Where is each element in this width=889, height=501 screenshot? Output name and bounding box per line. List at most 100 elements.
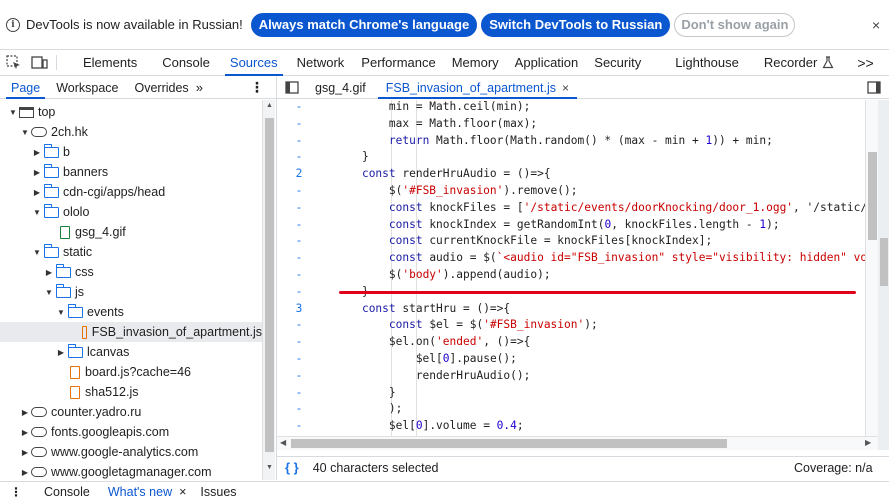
tree-item-fonts-googleapis[interactable]: ▶ fonts.googleapis.com xyxy=(0,422,262,442)
tree-item-gsg-gif[interactable]: gsg_4.gif xyxy=(0,222,262,242)
tree-item-fsb-js[interactable]: FSB_invasion_of_apartment.js xyxy=(0,322,262,342)
switch-to-russian-button[interactable]: Switch DevTools to Russian xyxy=(481,12,671,37)
scroll-down-arrow-icon[interactable]: ▼ xyxy=(266,464,273,471)
collapse-arrow-icon[interactable]: ▶ xyxy=(44,268,54,277)
drawer-tab-console[interactable]: Console xyxy=(44,485,90,499)
editor-horizontal-scrollbar[interactable]: ◀ ▶ xyxy=(277,436,878,450)
expand-arrow-icon[interactable]: ▼ xyxy=(8,108,18,117)
editor-scrollbar-thumb[interactable] xyxy=(868,152,877,240)
tree-item-cdn[interactable]: ▶ cdn-cgi/apps/head xyxy=(0,182,262,202)
line-marker[interactable]: - xyxy=(277,250,321,267)
tree-item-events[interactable]: ▼ events xyxy=(0,302,262,322)
line-marker[interactable]: - xyxy=(277,217,321,234)
tab-recorder[interactable]: Recorder xyxy=(764,50,817,75)
expand-arrow-icon[interactable]: ▼ xyxy=(56,308,66,317)
code-line[interactable]: - renderHruAudio(); xyxy=(277,368,865,385)
line-marker[interactable]: - xyxy=(277,149,321,166)
close-tab-icon[interactable]: × xyxy=(562,81,569,95)
drawer-menu-icon[interactable]: ⋮ xyxy=(10,485,22,499)
tab-lighthouse[interactable]: Lighthouse xyxy=(675,50,739,75)
tree-scrollbar-thumb[interactable] xyxy=(265,118,274,452)
line-marker[interactable]: - xyxy=(277,368,321,385)
drawer-tab-whats-new[interactable]: What's new xyxy=(108,485,172,499)
tree-item-ololo[interactable]: ▼ ololo xyxy=(0,202,262,222)
collapse-arrow-icon[interactable]: ▶ xyxy=(32,148,42,157)
code-line[interactable]: - $el[0].pause(); xyxy=(277,351,865,368)
tree-item-2ch[interactable]: ▼ 2ch.hk xyxy=(0,122,262,142)
tab-security[interactable]: Security xyxy=(594,50,641,75)
code-line[interactable]: - max = Math.floor(max); xyxy=(277,116,865,133)
line-marker[interactable]: - xyxy=(277,116,321,133)
toggle-navigator-icon[interactable] xyxy=(277,77,307,98)
scroll-right-arrow-icon[interactable]: ▶ xyxy=(865,438,871,447)
code-line[interactable]: - const audio = $(`<audio id="FSB_invasi… xyxy=(277,250,865,267)
line-marker[interactable]: - xyxy=(277,334,321,351)
right-panel-thumb[interactable] xyxy=(880,238,888,286)
code-line[interactable]: - ); xyxy=(277,401,865,418)
tree-item-sha512-js[interactable]: sha512.js xyxy=(0,382,262,402)
collapse-arrow-icon[interactable]: ▶ xyxy=(56,348,66,357)
tab-console[interactable]: Console xyxy=(162,50,210,75)
code-line[interactable]: - } xyxy=(277,149,865,166)
line-marker[interactable]: - xyxy=(277,233,321,250)
code-line[interactable]: - $el.on('ended', ()=>{ xyxy=(277,334,865,351)
tree-item-top[interactable]: ▼ top xyxy=(0,102,262,122)
code-line[interactable]: - min = Math.ceil(min); xyxy=(277,100,865,116)
code-line[interactable]: - const knockFiles = ['/static/events/do… xyxy=(277,200,865,217)
tab-elements[interactable]: Elements xyxy=(83,50,137,75)
line-marker[interactable]: - xyxy=(277,183,321,200)
editor-tab-fsb-js[interactable]: FSB_invasion_of_apartment.js × xyxy=(377,77,578,99)
collapse-arrow-icon[interactable]: ▶ xyxy=(20,428,30,437)
close-drawer-tab-icon[interactable]: × xyxy=(179,485,186,499)
tree-item-counter-yadro[interactable]: ▶ counter.yadro.ru xyxy=(0,402,262,422)
tab-application[interactable]: Application xyxy=(515,50,579,75)
line-marker[interactable]: - xyxy=(277,200,321,217)
tab-performance[interactable]: Performance xyxy=(361,50,435,75)
more-options-icon[interactable]: ⋮ xyxy=(245,77,269,98)
code-line[interactable]: - $('body').append(audio); xyxy=(277,267,865,284)
line-marker[interactable]: - xyxy=(277,284,321,301)
code-line[interactable]: - const currentKnockFile = knockFiles[kn… xyxy=(277,233,865,250)
code-line[interactable]: 2 const renderHruAudio = ()=>{ xyxy=(277,166,865,183)
line-marker[interactable]: - xyxy=(277,401,321,418)
code-line[interactable]: - return Math.floor(Math.random() * (max… xyxy=(277,133,865,150)
line-marker[interactable]: - xyxy=(277,351,321,368)
collapse-arrow-icon[interactable]: ▶ xyxy=(20,408,30,417)
more-tabs-icon[interactable]: >> xyxy=(857,50,873,75)
inspect-element-icon[interactable] xyxy=(0,50,26,75)
more-nav-tabs-icon[interactable]: » xyxy=(194,77,205,98)
tree-item-googletagmanager[interactable]: ▶ www.googletagmanager.com xyxy=(0,462,262,480)
scroll-left-arrow-icon[interactable]: ◀ xyxy=(280,438,286,447)
line-marker[interactable]: - xyxy=(277,133,321,150)
expand-arrow-icon[interactable]: ▼ xyxy=(32,208,42,217)
drawer-tab-issues[interactable]: Issues xyxy=(200,485,236,499)
expand-arrow-icon[interactable]: ▼ xyxy=(44,288,54,297)
close-infobar-icon[interactable]: × xyxy=(872,17,880,33)
code-line[interactable]: 3 const startHru = ()=>{ xyxy=(277,301,865,318)
tree-item-js[interactable]: ▼ js xyxy=(0,282,262,302)
dont-show-again-button[interactable]: Don't show again xyxy=(674,12,796,37)
always-match-language-button[interactable]: Always match Chrome's language xyxy=(250,12,478,37)
tree-item-b[interactable]: ▶ b xyxy=(0,142,262,162)
expand-arrow-icon[interactable]: ▼ xyxy=(20,128,30,137)
tab-sources[interactable]: Sources xyxy=(224,50,283,76)
collapse-arrow-icon[interactable]: ▶ xyxy=(32,188,42,197)
code-line[interactable]: - $('#FSB_invasion').remove(); xyxy=(277,183,865,200)
scroll-up-arrow-icon[interactable]: ▲ xyxy=(266,102,273,109)
toggle-debugger-icon[interactable] xyxy=(867,77,881,98)
tree-item-lcanvas[interactable]: ▶ lcanvas xyxy=(0,342,262,362)
collapse-arrow-icon[interactable]: ▶ xyxy=(20,468,30,477)
line-marker[interactable]: 3 xyxy=(277,301,321,318)
code-line[interactable]: - $el[0].volume = 0.4; xyxy=(277,418,865,435)
tree-item-google-analytics[interactable]: ▶ www.google-analytics.com xyxy=(0,442,262,462)
tree-item-board-js[interactable]: board.js?cache=46 xyxy=(0,362,262,382)
tree-item-css[interactable]: ▶ css xyxy=(0,262,262,282)
nav-tab-workspace[interactable]: Workspace xyxy=(51,77,123,98)
expand-arrow-icon[interactable]: ▼ xyxy=(32,248,42,257)
tab-memory[interactable]: Memory xyxy=(452,50,499,75)
line-marker[interactable]: - xyxy=(277,267,321,284)
collapse-arrow-icon[interactable]: ▶ xyxy=(20,448,30,457)
line-marker[interactable]: - xyxy=(277,317,321,334)
nav-tab-overrides[interactable]: Overrides xyxy=(130,77,194,98)
editor-vertical-scrollbar[interactable] xyxy=(865,100,878,436)
